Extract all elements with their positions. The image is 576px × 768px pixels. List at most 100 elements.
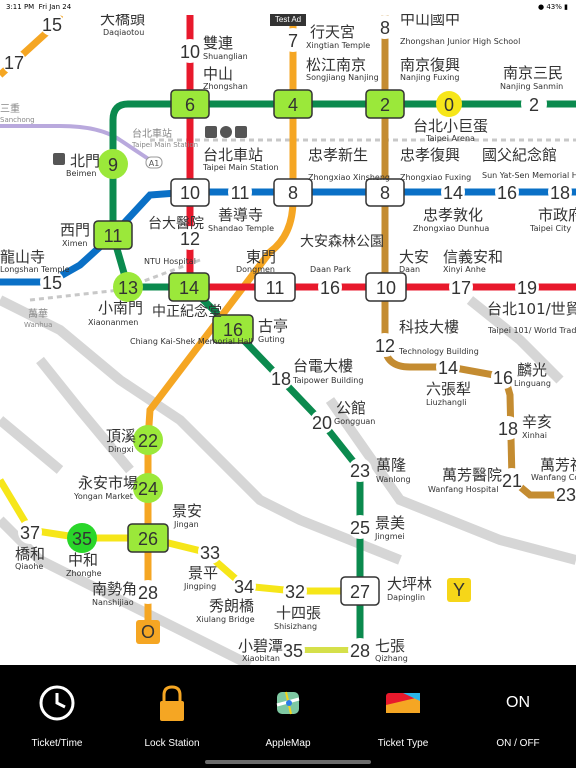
station-num[interactable]: 8 bbox=[288, 183, 298, 203]
station-num[interactable]: 10 bbox=[180, 42, 200, 62]
station-num[interactable]: 11 bbox=[231, 183, 250, 203]
station-num[interactable]: 34 bbox=[234, 577, 254, 597]
station-zh: 東門 bbox=[246, 248, 276, 266]
tab-lock-station[interactable]: Lock Station bbox=[117, 665, 227, 768]
station-num[interactable]: 8 bbox=[380, 183, 390, 203]
station-en: Liuzhangli bbox=[426, 398, 467, 407]
station-num[interactable]: 26 bbox=[138, 529, 158, 549]
station-num[interactable]: 20 bbox=[312, 413, 332, 433]
station-num[interactable]: 0 bbox=[444, 95, 454, 115]
station-num[interactable]: 10 bbox=[180, 183, 200, 203]
station-num[interactable]: 12 bbox=[375, 336, 395, 356]
station-en: Zhongxiao Xinsheng bbox=[308, 173, 390, 182]
station-num[interactable]: 15 bbox=[42, 15, 62, 35]
station-num[interactable]: 11 bbox=[266, 278, 285, 298]
station-num[interactable]: 33 bbox=[200, 543, 220, 563]
tab-apple-map[interactable]: AppleMap bbox=[233, 665, 343, 768]
line-o-badge: O bbox=[141, 622, 155, 642]
station-num[interactable]: 35 bbox=[72, 529, 92, 549]
clock-icon bbox=[37, 683, 77, 723]
station-en: Qiaohe bbox=[15, 562, 43, 571]
station-num[interactable]: 25 bbox=[350, 518, 370, 538]
station-num[interactable]: 17 bbox=[4, 53, 24, 73]
station-en: Jingmei bbox=[374, 532, 405, 541]
station-zh: 麟光 bbox=[517, 361, 547, 379]
station-num[interactable]: 10 bbox=[376, 278, 396, 298]
station-en: Xingtian Temple bbox=[306, 41, 370, 50]
station-zh: 台北小巨蛋 bbox=[413, 117, 488, 135]
station-num[interactable]: 14 bbox=[438, 358, 458, 378]
station-num[interactable]: 32 bbox=[285, 582, 305, 602]
test-ad-label[interactable]: Test Ad bbox=[270, 14, 306, 26]
circular-line bbox=[0, 478, 360, 595]
tab-ticket-time[interactable]: Ticket/Time bbox=[2, 665, 112, 768]
station-num[interactable]: 24 bbox=[138, 479, 158, 499]
station-num[interactable]: 28 bbox=[138, 583, 158, 603]
station-zh: 雙連 bbox=[203, 34, 233, 52]
station-num[interactable]: 23 bbox=[556, 485, 576, 505]
metro-map[interactable]: 15 17 10 7 8 2 0 6 4 2 9 10 11 8 8 14 16… bbox=[0, 0, 576, 665]
tab-label: ON / OFF bbox=[496, 738, 540, 749]
station-num[interactable]: 11 bbox=[104, 226, 123, 246]
station-num[interactable]: 4 bbox=[288, 95, 298, 115]
tab-label: Ticket/Time bbox=[31, 738, 83, 749]
station-num[interactable]: 17 bbox=[451, 278, 471, 298]
station-en: Chiang Kai-Shek Memorial Hall bbox=[130, 337, 253, 346]
station-zh: 萬隆 bbox=[376, 456, 406, 474]
station-num[interactable]: 9 bbox=[108, 155, 118, 175]
station-num[interactable]: 14 bbox=[443, 183, 463, 203]
station-num[interactable]: 6 bbox=[185, 95, 195, 115]
station-num[interactable]: 19 bbox=[517, 278, 537, 298]
station-num[interactable]: 15 bbox=[42, 273, 62, 293]
station-num[interactable]: 18 bbox=[550, 183, 570, 203]
station-en: Dingxi bbox=[108, 445, 134, 454]
station-zh: 台北101/世貿 bbox=[487, 300, 576, 318]
station-num[interactable]: 8 bbox=[380, 18, 390, 38]
station-num[interactable]: 2 bbox=[380, 95, 390, 115]
tab-on-off[interactable]: ON ON / OFF bbox=[463, 665, 573, 768]
station-num[interactable]: 23 bbox=[350, 461, 370, 481]
station-zh: 頂溪 bbox=[106, 427, 136, 445]
station-num[interactable]: 16 bbox=[497, 183, 517, 203]
station-zh: 忠孝新生 bbox=[308, 146, 368, 164]
station-en: Nanjing Fuxing bbox=[400, 73, 459, 82]
station-num[interactable]: 2 bbox=[529, 95, 539, 115]
station-en: Zhongxiao Dunhua bbox=[413, 224, 489, 233]
station-en: Zhongshan bbox=[203, 82, 248, 91]
station-num[interactable]: 21 bbox=[502, 471, 522, 491]
station-zh: 大坪林 bbox=[387, 575, 432, 593]
battery-indicator: ● 43% ▮ bbox=[538, 3, 568, 11]
train-icon bbox=[53, 153, 65, 165]
station-zh: 景平 bbox=[188, 564, 218, 582]
station-zh: 南京三民 bbox=[503, 64, 563, 82]
station-num[interactable]: 27 bbox=[350, 582, 370, 602]
station-num[interactable]: 18 bbox=[498, 419, 518, 439]
station-zh: 公館 bbox=[336, 399, 366, 417]
station-en: Taipower Building bbox=[292, 376, 363, 385]
station-zh: 景美 bbox=[375, 514, 405, 532]
station-num[interactable]: 7 bbox=[288, 31, 298, 51]
station-num[interactable]: 14 bbox=[179, 278, 199, 298]
station-zh: 忠孝復興 bbox=[400, 146, 460, 164]
station-num[interactable]: 16 bbox=[320, 278, 340, 298]
train-icons bbox=[205, 126, 247, 138]
station-num[interactable]: 12 bbox=[180, 229, 200, 249]
lock-icon bbox=[152, 683, 192, 723]
station-zh: 十四張 bbox=[276, 604, 321, 622]
battery-icon: ▮ bbox=[564, 3, 568, 11]
tab-ticket-type[interactable]: Ticket Type bbox=[348, 665, 458, 768]
station-num[interactable]: 28 bbox=[350, 641, 370, 661]
station-num[interactable]: 35 bbox=[283, 641, 303, 661]
metro-map-svg: 15 17 10 7 8 2 0 6 4 2 9 10 11 8 8 14 16… bbox=[0, 10, 576, 665]
station-num[interactable]: 22 bbox=[138, 431, 158, 451]
station-num[interactable]: 18 bbox=[271, 369, 291, 389]
station-num[interactable]: 37 bbox=[20, 523, 40, 543]
station-num[interactable]: 13 bbox=[118, 278, 138, 298]
station-zh: 萬芳社區 bbox=[540, 456, 576, 474]
station-zh: 市政府 bbox=[538, 206, 576, 224]
station-en: NTU Hospital bbox=[144, 257, 196, 266]
station-zh: 國父紀念館 bbox=[482, 146, 557, 164]
station-en: Beimen bbox=[66, 169, 96, 178]
station-en: Daan Park bbox=[310, 265, 351, 274]
station-num[interactable]: 16 bbox=[493, 368, 513, 388]
